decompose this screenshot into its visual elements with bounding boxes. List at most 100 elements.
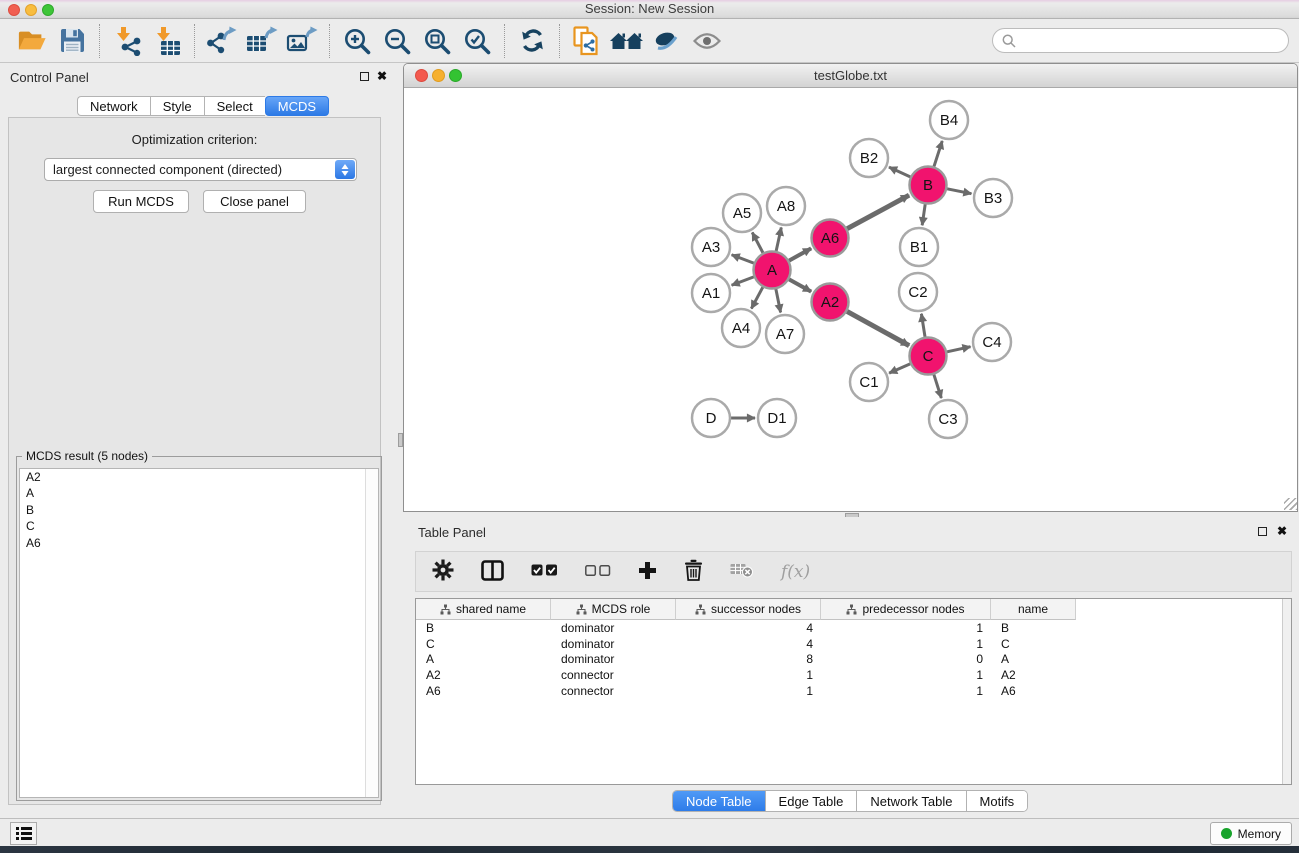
- table-cell[interactable]: dominator: [551, 637, 676, 651]
- memory-button[interactable]: Memory: [1210, 822, 1292, 845]
- edge-A-A8[interactable]: [776, 227, 781, 250]
- criterion-dropdown[interactable]: largest connected component (directed): [44, 158, 357, 181]
- edge-C-C4[interactable]: [947, 347, 970, 352]
- table-cell[interactable]: 1: [676, 684, 821, 698]
- edge-A-A4[interactable]: [751, 287, 762, 308]
- table-cell[interactable]: C: [991, 637, 1076, 651]
- run-mcds-button[interactable]: Run MCDS: [93, 190, 189, 213]
- edge-C-C2[interactable]: [921, 314, 925, 337]
- delete-table-icon[interactable]: [730, 563, 754, 581]
- open-session-icon[interactable]: [12, 23, 52, 59]
- mcds-result-item[interactable]: C: [20, 518, 378, 534]
- network-minimize-button[interactable]: [432, 69, 445, 82]
- close-panel-button[interactable]: Close panel: [203, 190, 306, 213]
- mcds-result-item[interactable]: A6: [20, 535, 378, 551]
- import-network-icon[interactable]: [107, 23, 147, 59]
- edge-A6-B[interactable]: [847, 195, 909, 228]
- edge-C-C1[interactable]: [889, 364, 910, 373]
- task-history-button[interactable]: [10, 822, 37, 845]
- show-hide-panel-icon[interactable]: [687, 23, 727, 59]
- table-cell[interactable]: C: [416, 637, 551, 651]
- float-panel-icon[interactable]: [360, 72, 369, 81]
- table-cell[interactable]: A6: [416, 684, 551, 698]
- node-table[interactable]: shared nameMCDS rolesuccessor nodesprede…: [415, 598, 1292, 785]
- table-row[interactable]: A2connector11A2: [416, 667, 1291, 683]
- save-session-icon[interactable]: [52, 23, 92, 59]
- deselect-all-checks-icon[interactable]: [585, 564, 611, 579]
- close-table-panel-icon[interactable]: ✖: [1277, 526, 1287, 536]
- add-column-icon[interactable]: [638, 561, 657, 583]
- network-view[interactable]: B4B2BB3A5A8A6B1A3AC2A1A2A4A7C4CC1DD1C3: [404, 88, 1297, 511]
- zoom-window-button[interactable]: [42, 4, 54, 16]
- select-all-checks-icon[interactable]: [531, 564, 558, 579]
- network-close-button[interactable]: [415, 69, 428, 82]
- search-field[interactable]: [992, 28, 1289, 53]
- mcds-result-item[interactable]: A2: [20, 469, 378, 485]
- table-row[interactable]: Bdominator41B: [416, 620, 1291, 636]
- close-window-button[interactable]: [8, 4, 20, 16]
- desktop-vscrollbar-thumb[interactable]: [398, 433, 403, 447]
- table-cell[interactable]: 0: [821, 652, 991, 666]
- table-row[interactable]: Cdominator41C: [416, 636, 1291, 652]
- column-header-shared-name[interactable]: shared name: [416, 599, 551, 620]
- tab-network-table[interactable]: Network Table: [857, 791, 966, 811]
- tab-mcds[interactable]: MCDS: [265, 96, 329, 116]
- tab-network[interactable]: Network: [77, 96, 150, 116]
- search-input[interactable]: [1021, 33, 1288, 48]
- edge-A-A2[interactable]: [789, 279, 811, 291]
- edge-B-B3[interactable]: [947, 189, 971, 194]
- edge-B-B2[interactable]: [889, 167, 910, 177]
- table-cell[interactable]: A: [416, 652, 551, 666]
- export-network-icon[interactable]: [202, 23, 242, 59]
- table-row[interactable]: A6connector11A6: [416, 683, 1291, 699]
- table-cell[interactable]: 1: [821, 668, 991, 682]
- table-cell[interactable]: 4: [676, 621, 821, 635]
- tab-select[interactable]: Select: [204, 96, 265, 116]
- table-cell[interactable]: 4: [676, 637, 821, 651]
- table-cell[interactable]: A2: [991, 668, 1076, 682]
- table-cell[interactable]: dominator: [551, 621, 676, 635]
- tab-style[interactable]: Style: [150, 96, 204, 116]
- network-zoom-button[interactable]: [449, 69, 462, 82]
- refresh-view-icon[interactable]: [512, 23, 552, 59]
- close-panel-icon[interactable]: ✖: [377, 71, 387, 81]
- table-cell[interactable]: A6: [991, 684, 1076, 698]
- window-resize-handle[interactable]: [1284, 498, 1297, 510]
- column-header-name[interactable]: name: [991, 599, 1076, 620]
- minimize-window-button[interactable]: [25, 4, 37, 16]
- export-table-icon[interactable]: [242, 23, 282, 59]
- column-header-predecessor-nodes[interactable]: predecessor nodes: [821, 599, 991, 620]
- import-table-icon[interactable]: [147, 23, 187, 59]
- delete-column-icon[interactable]: [684, 559, 703, 584]
- mcds-result-item[interactable]: A: [20, 485, 378, 501]
- table-cell[interactable]: 1: [821, 621, 991, 635]
- clone-network-icon[interactable]: [567, 23, 607, 59]
- zoom-fit-icon[interactable]: [417, 23, 457, 59]
- edge-B-B1[interactable]: [922, 204, 925, 225]
- table-cell[interactable]: connector: [551, 668, 676, 682]
- edge-A2-C[interactable]: [847, 311, 909, 345]
- table-cell[interactable]: 1: [676, 668, 821, 682]
- zoom-selected-icon[interactable]: [457, 23, 497, 59]
- column-header-MCDS-role[interactable]: MCDS role: [551, 599, 676, 620]
- float-table-panel-icon[interactable]: [1258, 527, 1267, 536]
- function-builder-icon[interactable]: f(x): [781, 562, 810, 582]
- table-cell[interactable]: B: [416, 621, 551, 635]
- table-cell[interactable]: A: [991, 652, 1076, 666]
- table-cell[interactable]: 1: [821, 637, 991, 651]
- home-layout-icon[interactable]: [607, 23, 647, 59]
- zoom-out-icon[interactable]: [377, 23, 417, 59]
- column-header-successor-nodes[interactable]: successor nodes: [676, 599, 821, 620]
- toggle-details-icon[interactable]: [647, 23, 687, 59]
- export-image-icon[interactable]: [282, 23, 322, 59]
- edge-A-A7[interactable]: [776, 289, 781, 312]
- edge-A-A6[interactable]: [789, 248, 811, 260]
- edge-A-A3[interactable]: [732, 255, 754, 263]
- tab-edge-table[interactable]: Edge Table: [766, 791, 858, 811]
- tab-motifs[interactable]: Motifs: [967, 791, 1028, 811]
- table-cell[interactable]: 1: [821, 684, 991, 698]
- table-cell[interactable]: A2: [416, 668, 551, 682]
- edge-B-B4[interactable]: [934, 141, 942, 167]
- tab-node-table[interactable]: Node Table: [673, 791, 766, 811]
- edge-A-A5[interactable]: [752, 232, 763, 252]
